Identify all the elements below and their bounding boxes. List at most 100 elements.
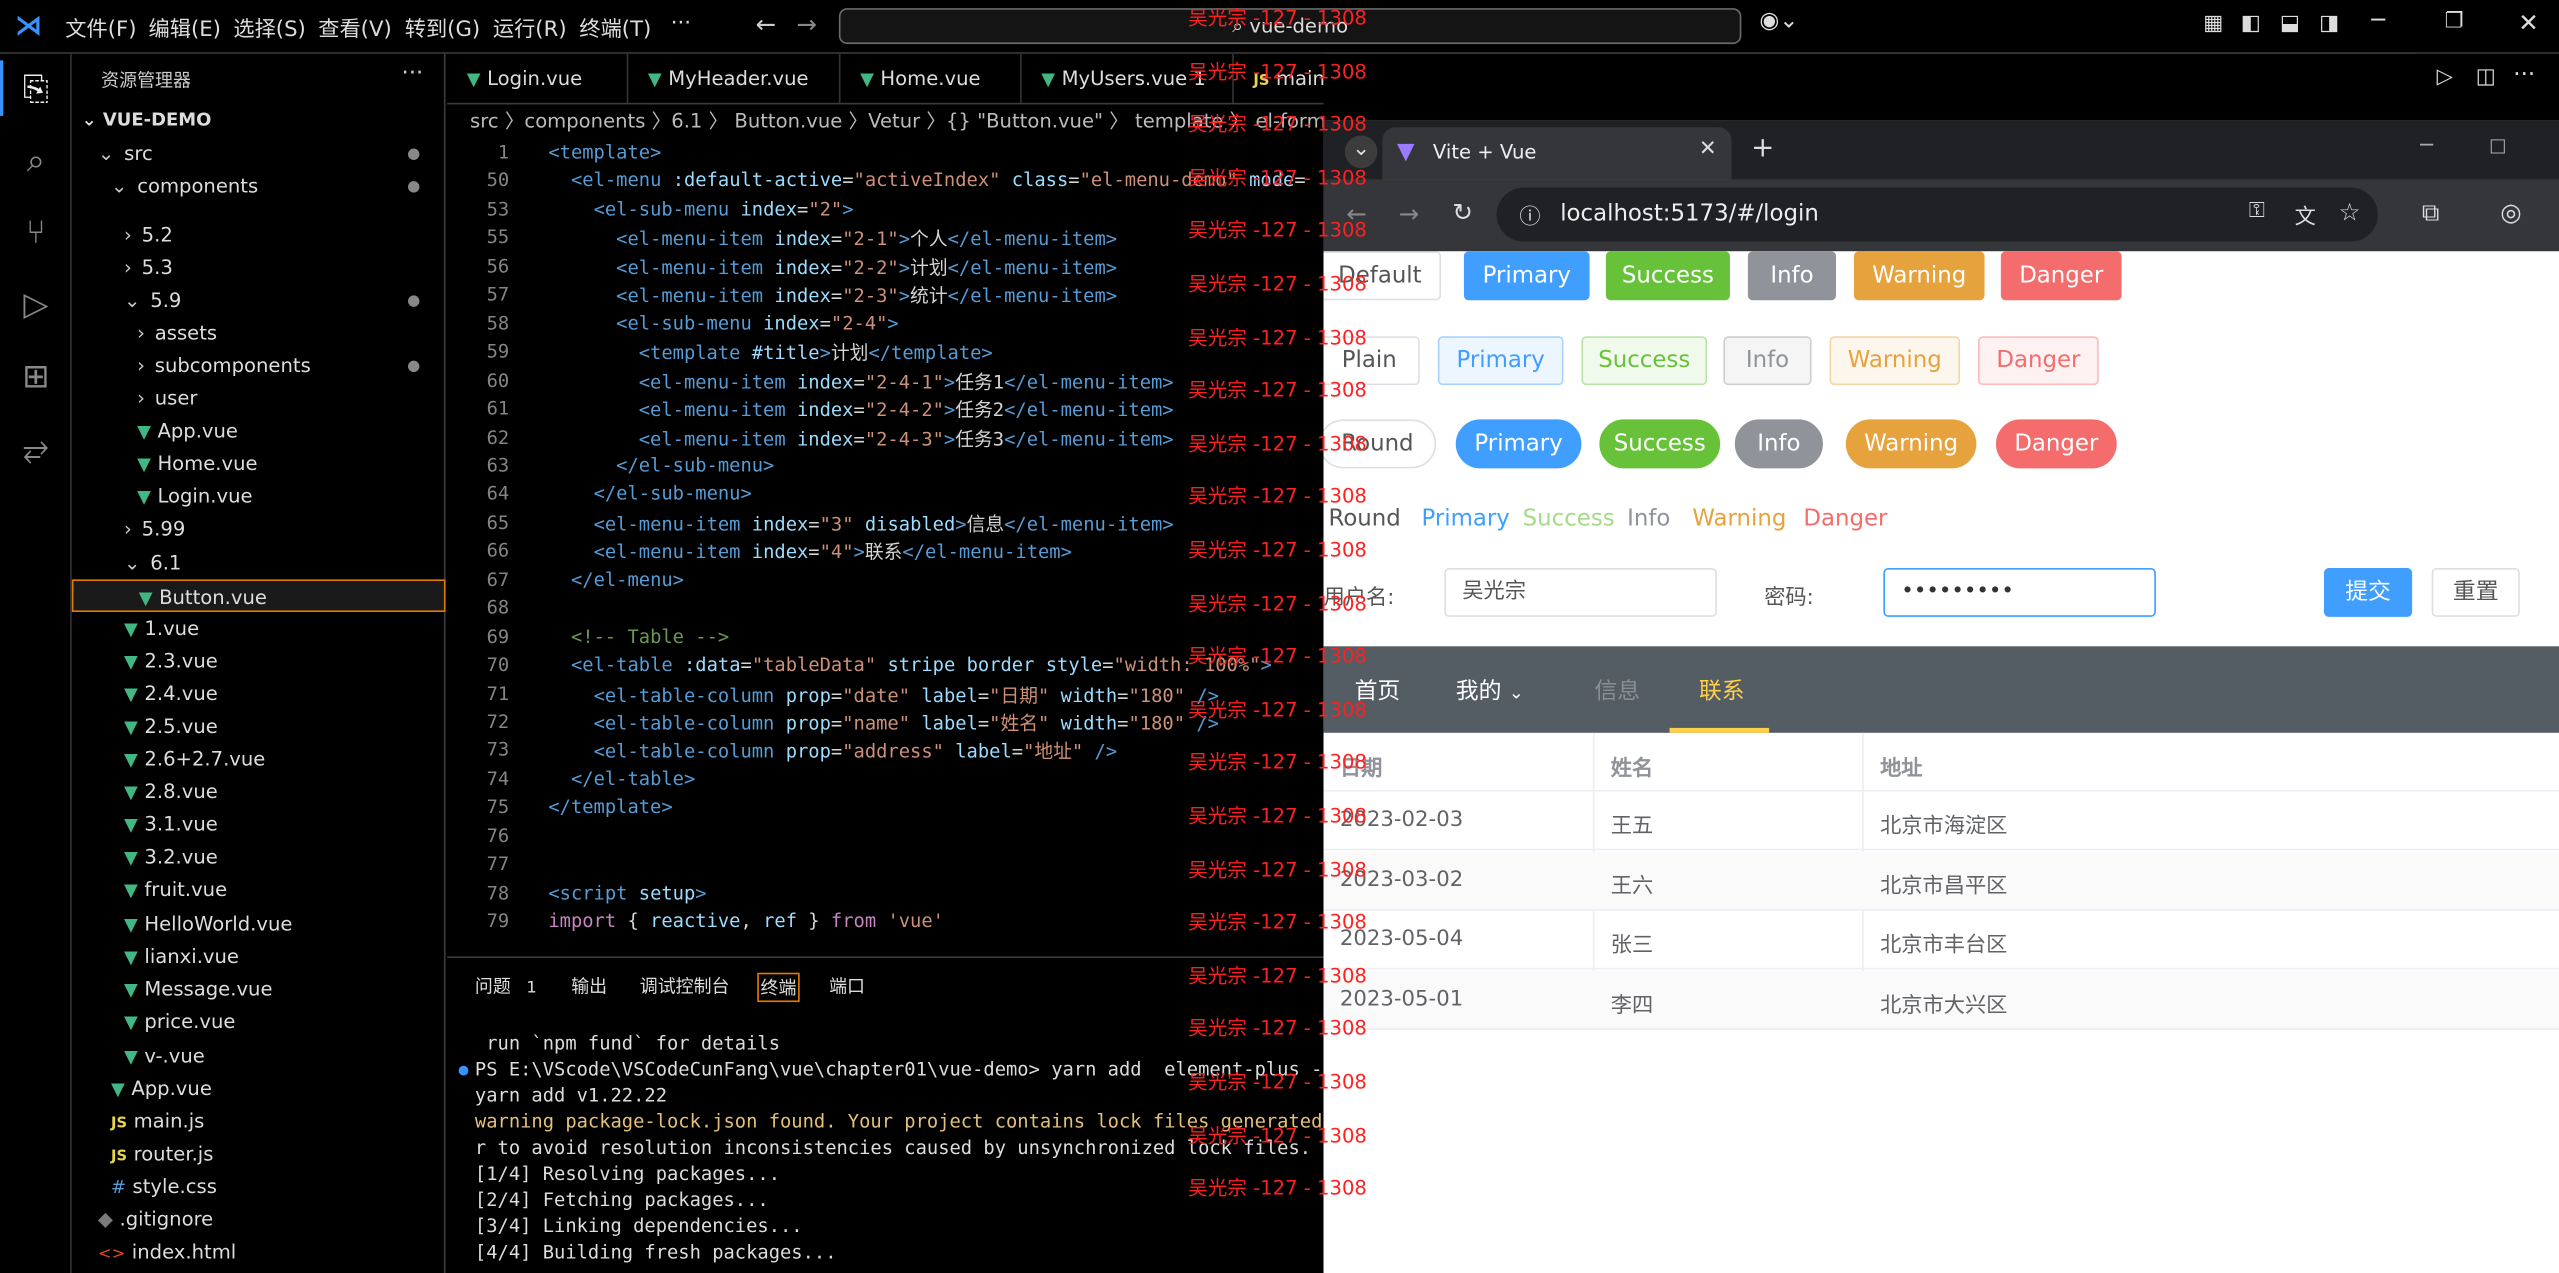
tree-item[interactable]: ▼ fruit.vue [72, 873, 446, 906]
tree-item[interactable]: › subcomponents [72, 349, 446, 382]
username-input[interactable]: 吴光宗 [1444, 567, 1717, 617]
demo-button-row1-5[interactable]: Danger [2000, 251, 2122, 301]
source-control-icon[interactable]: ⑂ [13, 209, 59, 255]
tree-item[interactable]: › user [72, 382, 446, 415]
text-button[interactable]: Round [1328, 506, 1400, 532]
tree-item[interactable]: <> index.html [72, 1235, 446, 1268]
bookmark-star-icon[interactable]: ☆ [2339, 197, 2361, 226]
run-icon[interactable]: ▷ [2437, 65, 2453, 89]
tree-item[interactable]: ▼ App.vue [72, 1072, 446, 1105]
profile-icon[interactable]: ◎ [2500, 197, 2521, 226]
panel-tab[interactable]: 输出 [571, 973, 607, 999]
workspace-root[interactable]: ⌄ VUE-DEMO [72, 104, 446, 137]
back-arrow-icon[interactable]: ← [756, 10, 777, 39]
run-debug-icon[interactable]: ▷ [13, 281, 59, 327]
demo-button-row3-4[interactable]: Warning [1845, 419, 1977, 469]
tree-item[interactable]: ▼ Message.vue [72, 973, 446, 1006]
tree-item[interactable]: › assets [72, 317, 446, 350]
tree-item[interactable]: ▼ 3.1.vue [72, 808, 446, 841]
text-button[interactable]: Info [1627, 506, 1670, 532]
text-button[interactable]: Success [1523, 506, 1615, 532]
tree-item[interactable]: ▼ lianxi.vue [72, 940, 446, 973]
demo-button-row1-2[interactable]: Success [1605, 251, 1730, 301]
demo-button-row3-5[interactable]: Danger [1995, 419, 2117, 469]
demo-button-row3-3[interactable]: Info [1734, 419, 1823, 469]
panel-tab[interactable]: 端口 [829, 973, 865, 999]
tree-item[interactable]: ▼ price.vue [72, 1005, 446, 1038]
text-button[interactable]: Primary [1421, 506, 1509, 532]
menu-item[interactable]: 转到(G) [405, 11, 480, 42]
tree-item[interactable]: › 5.3 [72, 251, 446, 284]
tree-item[interactable]: JS router.js [72, 1138, 446, 1171]
layout-control-icon[interactable]: ▦ [2203, 11, 2223, 35]
demo-button-row3-2[interactable]: Success [1599, 419, 1721, 469]
tree-item[interactable]: ▼ HelloWorld.vue [72, 907, 446, 940]
copilot-icon[interactable]: ◉⌄ [1759, 8, 1798, 34]
tree-item[interactable]: ▼ 2.4.vue [72, 677, 446, 710]
panel-tab[interactable]: 问题 1 [475, 973, 537, 999]
menu-item[interactable]: 终端(T) [579, 11, 651, 42]
tree-item[interactable]: ▼ 2.8.vue [72, 775, 446, 808]
toggle-sidebar-icon[interactable]: ◧ [2241, 11, 2261, 35]
toggle-panel-icon[interactable]: ⬓ [2280, 11, 2300, 35]
tree-item[interactable]: ⌄ 6.1 [72, 547, 446, 580]
browser-tab[interactable]: ▼ Vite + Vue ✕ [1382, 127, 1732, 180]
tree-item[interactable]: ▼ 2.6+2.7.vue [72, 743, 446, 776]
demo-button-row2-4[interactable]: Warning [1829, 336, 1961, 386]
tree-item[interactable]: ⌄ src [72, 137, 446, 170]
forward-icon[interactable]: → [1399, 199, 1420, 228]
submit-button[interactable]: 提交 [2323, 567, 2413, 617]
translate-icon[interactable]: 文 [2295, 199, 2316, 230]
menu-item[interactable]: 运行(R) [493, 11, 567, 42]
tree-item[interactable]: ▼ 1.vue [72, 612, 446, 645]
demo-button-row1-3[interactable]: Info [1747, 251, 1837, 301]
minimize-icon[interactable]: ─ [2371, 8, 2385, 34]
restore-icon[interactable]: ❐ [2445, 10, 2464, 34]
panel-tab[interactable]: 终端 [757, 972, 800, 1003]
key-icon[interactable]: ⚿ [2249, 199, 2265, 223]
demo-button-row1-1[interactable]: Primary [1463, 251, 1590, 301]
nav-mine[interactable]: 我的 ⌄ [1456, 674, 1524, 707]
search-icon[interactable]: ⌕ [13, 137, 59, 183]
tree-item[interactable]: ▼ 2.3.vue [72, 645, 446, 678]
forward-arrow-icon[interactable]: → [796, 10, 817, 39]
demo-button-row2-2[interactable]: Success [1581, 336, 1708, 386]
tree-item[interactable]: › 5.2 [72, 219, 446, 252]
panel-tab[interactable]: 调试控制台 [640, 973, 730, 999]
tree-item[interactable]: JS main.js [72, 1105, 446, 1138]
close-window-icon[interactable]: ✕ [2518, 8, 2539, 37]
address-bar[interactable]: ⓘ localhost:5173/#/login ⚿ 文 ☆ [1496, 187, 2378, 242]
tree-item[interactable]: ▼ 2.5.vue [72, 710, 446, 743]
text-button[interactable]: Warning [1692, 506, 1786, 532]
menu-item[interactable]: 查看(V) [318, 11, 392, 42]
text-button[interactable]: Danger [1803, 506, 1887, 532]
editor-tab[interactable]: ▼ Home.vue [840, 53, 1022, 103]
more-actions-icon[interactable]: ··· [401, 60, 423, 86]
tree-item[interactable]: ▼ 3.2.vue [72, 841, 446, 874]
password-input[interactable]: ••••••••• [1883, 567, 2156, 617]
demo-button-row2-3[interactable]: Info [1723, 336, 1812, 386]
maximize-icon[interactable]: ☐ [2489, 135, 2507, 158]
tree-item[interactable]: ⌄ components [72, 170, 446, 203]
reset-button[interactable]: 重置 [2431, 567, 2520, 617]
tree-item[interactable]: ▼ Home.vue [72, 447, 446, 480]
close-tab-icon[interactable]: ✕ [1699, 137, 1717, 161]
tree-item[interactable]: › 5.99 [72, 512, 446, 545]
tree-item[interactable]: # style.css [72, 1170, 446, 1203]
more-actions-icon[interactable]: ··· [2513, 62, 2535, 88]
reload-icon[interactable]: ↻ [1452, 197, 1473, 226]
extensions-icon[interactable]: ⧉ [2422, 197, 2439, 226]
split-editor-icon[interactable]: ◫ [2476, 65, 2496, 89]
tree-item[interactable]: ◆ .gitignore [72, 1203, 446, 1236]
minimize-icon[interactable]: ─ [2420, 134, 2433, 158]
editor-tab[interactable]: ▼ Login.vue [447, 53, 629, 103]
menu-item[interactable]: 文件(F) [65, 11, 136, 42]
tree-item[interactable]: ▼ v-.vue [72, 1040, 446, 1073]
toggle-secondary-sidebar-icon[interactable]: ◨ [2319, 11, 2339, 35]
tree-item[interactable]: ▼ App.vue [72, 415, 446, 448]
menu-item[interactable]: 编辑(E) [149, 11, 221, 42]
demo-button-row1-4[interactable]: Warning [1853, 251, 1985, 301]
menu-item[interactable]: 选择(S) [233, 11, 305, 42]
tree-item[interactable]: ⌄ 5.9 [72, 284, 446, 317]
tree-item[interactable]: ▼ Button.vue [71, 579, 446, 613]
